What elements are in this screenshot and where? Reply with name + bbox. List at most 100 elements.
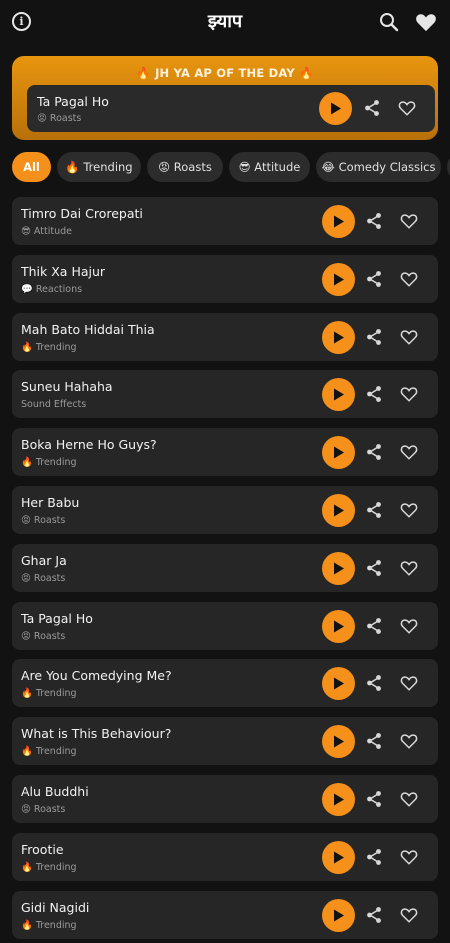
play-icon — [330, 102, 341, 115]
play-button[interactable] — [322, 783, 355, 816]
sound-row[interactable]: What is This Behaviour? 🔥 Trending — [12, 717, 438, 765]
sound-category: 🔥 Trending — [21, 688, 77, 699]
share-icon[interactable] — [365, 732, 383, 750]
sound-name: Thik Xa Hajur — [21, 264, 106, 279]
share-icon[interactable] — [365, 501, 383, 519]
sound-name: Suneu Hahaha — [21, 379, 113, 394]
sound-category: 😡 Roasts — [21, 573, 66, 584]
sound-row[interactable]: Thik Xa Hajur 💬 Reactions — [12, 255, 438, 303]
sound-name: Gidi Nagidi — [21, 900, 90, 915]
heart-outline-icon[interactable] — [400, 385, 418, 403]
play-icon — [333, 620, 345, 633]
play-button[interactable] — [322, 841, 355, 874]
share-icon[interactable] — [363, 99, 381, 117]
chip-attitude[interactable]: 😎 Attitude — [229, 152, 310, 182]
play-icon — [333, 735, 345, 748]
sound-row[interactable]: Mah Bato Hiddai Thia 🔥 Trending — [12, 313, 438, 361]
heart-outline-icon[interactable] — [400, 848, 418, 866]
sound-category: 🔥 Trending — [21, 862, 77, 873]
play-button[interactable] — [322, 610, 355, 643]
category-chips: All 🔥 Trending 😡 Roasts 😎 Attitude 😂 Com… — [0, 152, 450, 182]
heart-outline-icon[interactable] — [400, 790, 418, 808]
chip-trending[interactable]: 🔥 Trending — [57, 152, 141, 182]
sound-category: 😡 Roasts — [37, 113, 82, 124]
featured-heading: 🔥 JH YA AP OF THE DAY 🔥 — [136, 66, 314, 80]
play-icon — [333, 215, 345, 228]
play-button[interactable] — [322, 205, 355, 238]
sound-category: Sound Effects — [21, 399, 87, 410]
play-icon — [333, 677, 345, 690]
play-icon — [333, 331, 345, 344]
sound-name: Boka Herne Ho Guys? — [21, 437, 157, 452]
heart-icon[interactable] — [415, 12, 437, 32]
play-icon — [333, 388, 345, 401]
play-button[interactable] — [322, 552, 355, 585]
play-button[interactable] — [322, 378, 355, 411]
sound-category: 🔥 Trending — [21, 342, 77, 353]
featured-of-the-day: 🔥 JH YA AP OF THE DAY 🔥 Ta Pagal Ho 😡 Ro… — [12, 56, 438, 140]
sound-category: 🔥 Trending — [21, 920, 77, 931]
sound-name: Ta Pagal Ho — [37, 94, 109, 109]
heart-outline-icon[interactable] — [398, 99, 416, 117]
heart-outline-icon[interactable] — [400, 270, 418, 288]
share-icon[interactable] — [365, 385, 383, 403]
sound-row[interactable]: Gidi Nagidi 🔥 Trending — [12, 891, 438, 939]
share-icon[interactable] — [365, 443, 383, 461]
heart-outline-icon[interactable] — [400, 732, 418, 750]
share-icon[interactable] — [365, 790, 383, 808]
sound-name: Ta Pagal Ho — [21, 611, 93, 626]
play-icon — [333, 562, 345, 575]
sound-row[interactable]: Ta Pagal Ho 😡 Roasts — [12, 602, 438, 650]
play-button[interactable] — [322, 263, 355, 296]
sound-row[interactable]: Boka Herne Ho Guys? 🔥 Trending — [12, 428, 438, 476]
share-icon[interactable] — [365, 212, 383, 230]
play-button[interactable] — [322, 667, 355, 700]
chip-roasts[interactable]: 😡 Roasts — [147, 152, 223, 182]
sound-category: 😡 Roasts — [21, 631, 66, 642]
sound-category: 🔥 Trending — [21, 457, 77, 468]
play-icon — [333, 273, 345, 286]
play-button[interactable] — [322, 899, 355, 932]
heart-outline-icon[interactable] — [400, 443, 418, 461]
sound-name: Frootie — [21, 842, 64, 857]
share-icon[interactable] — [365, 617, 383, 635]
sound-name: Are You Comedying Me? — [21, 668, 172, 683]
heart-outline-icon[interactable] — [400, 906, 418, 924]
sound-row[interactable]: Alu Buddhi 😡 Roasts — [12, 775, 438, 823]
sound-row[interactable]: Timro Dai Crorepati 😎 Attitude — [12, 197, 438, 245]
sound-category: 💬 Reactions — [21, 284, 83, 295]
heart-outline-icon[interactable] — [400, 559, 418, 577]
heart-outline-icon[interactable] — [400, 674, 418, 692]
share-icon[interactable] — [365, 559, 383, 577]
play-button[interactable] — [322, 321, 355, 354]
play-icon — [333, 504, 345, 517]
heart-outline-icon[interactable] — [400, 501, 418, 519]
share-icon[interactable] — [365, 674, 383, 692]
sound-name: Ghar Ja — [21, 553, 67, 568]
sound-row[interactable]: Suneu Hahaha Sound Effects — [12, 370, 438, 418]
share-icon[interactable] — [365, 328, 383, 346]
chip-comedy-classics[interactable]: 😂 Comedy Classics — [316, 152, 441, 182]
search-icon[interactable] — [379, 12, 399, 32]
sound-name: Her Babu — [21, 495, 80, 510]
sound-row[interactable]: Frootie 🔥 Trending — [12, 833, 438, 881]
heart-outline-icon[interactable] — [400, 617, 418, 635]
play-button[interactable] — [319, 92, 352, 125]
sound-row[interactable]: Are You Comedying Me? 🔥 Trending — [12, 659, 438, 707]
play-button[interactable] — [322, 494, 355, 527]
sound-row[interactable]: Her Babu 😡 Roasts — [12, 486, 438, 534]
chip-all[interactable]: All — [12, 152, 51, 182]
share-icon[interactable] — [365, 906, 383, 924]
play-button[interactable] — [322, 725, 355, 758]
featured-sound-card[interactable]: Ta Pagal Ho 😡 Roasts — [27, 85, 435, 132]
share-icon[interactable] — [365, 270, 383, 288]
sound-name: Mah Bato Hiddai Thia — [21, 322, 155, 337]
share-icon[interactable] — [365, 848, 383, 866]
sound-row[interactable]: Ghar Ja 😡 Roasts — [12, 544, 438, 592]
play-icon — [333, 793, 345, 806]
play-button[interactable] — [322, 436, 355, 469]
heart-outline-icon[interactable] — [400, 328, 418, 346]
heart-outline-icon[interactable] — [400, 212, 418, 230]
sound-name: What is This Behaviour? — [21, 726, 172, 741]
sound-name: Timro Dai Crorepati — [21, 206, 143, 221]
